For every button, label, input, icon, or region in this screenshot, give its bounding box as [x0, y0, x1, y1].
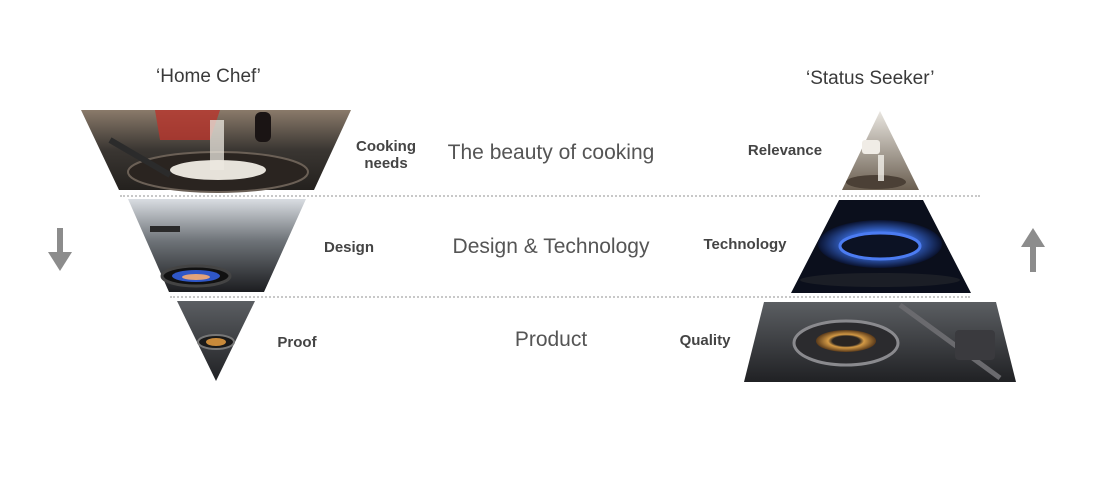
right-label-quality: Quality — [679, 332, 731, 349]
right-tier-technology-image — [791, 200, 971, 293]
left-label-design: Design — [323, 239, 374, 256]
left-label-text: Cooking needs — [356, 138, 416, 172]
down-arrow-icon — [48, 228, 72, 271]
right-tier-relevance-image — [842, 111, 919, 190]
center-label-beauty-of-cooking: The beauty of cooking — [447, 141, 655, 164]
left-tier-cooking-image — [81, 110, 351, 193]
center-label-product: Product — [514, 328, 588, 351]
left-label-proof: Proof — [277, 334, 317, 351]
left-tier-design-image — [128, 199, 306, 292]
up-arrow-icon — [1021, 228, 1045, 272]
left-label-cooking-needs: Cooking needs — [352, 138, 420, 172]
left-tier-proof-image — [177, 301, 255, 381]
center-label-design-technology: Design & Technology — [452, 235, 650, 258]
right-tier-quality-image — [744, 302, 1016, 382]
right-label-relevance: Relevance — [747, 142, 823, 159]
right-label-technology: Technology — [703, 236, 787, 253]
